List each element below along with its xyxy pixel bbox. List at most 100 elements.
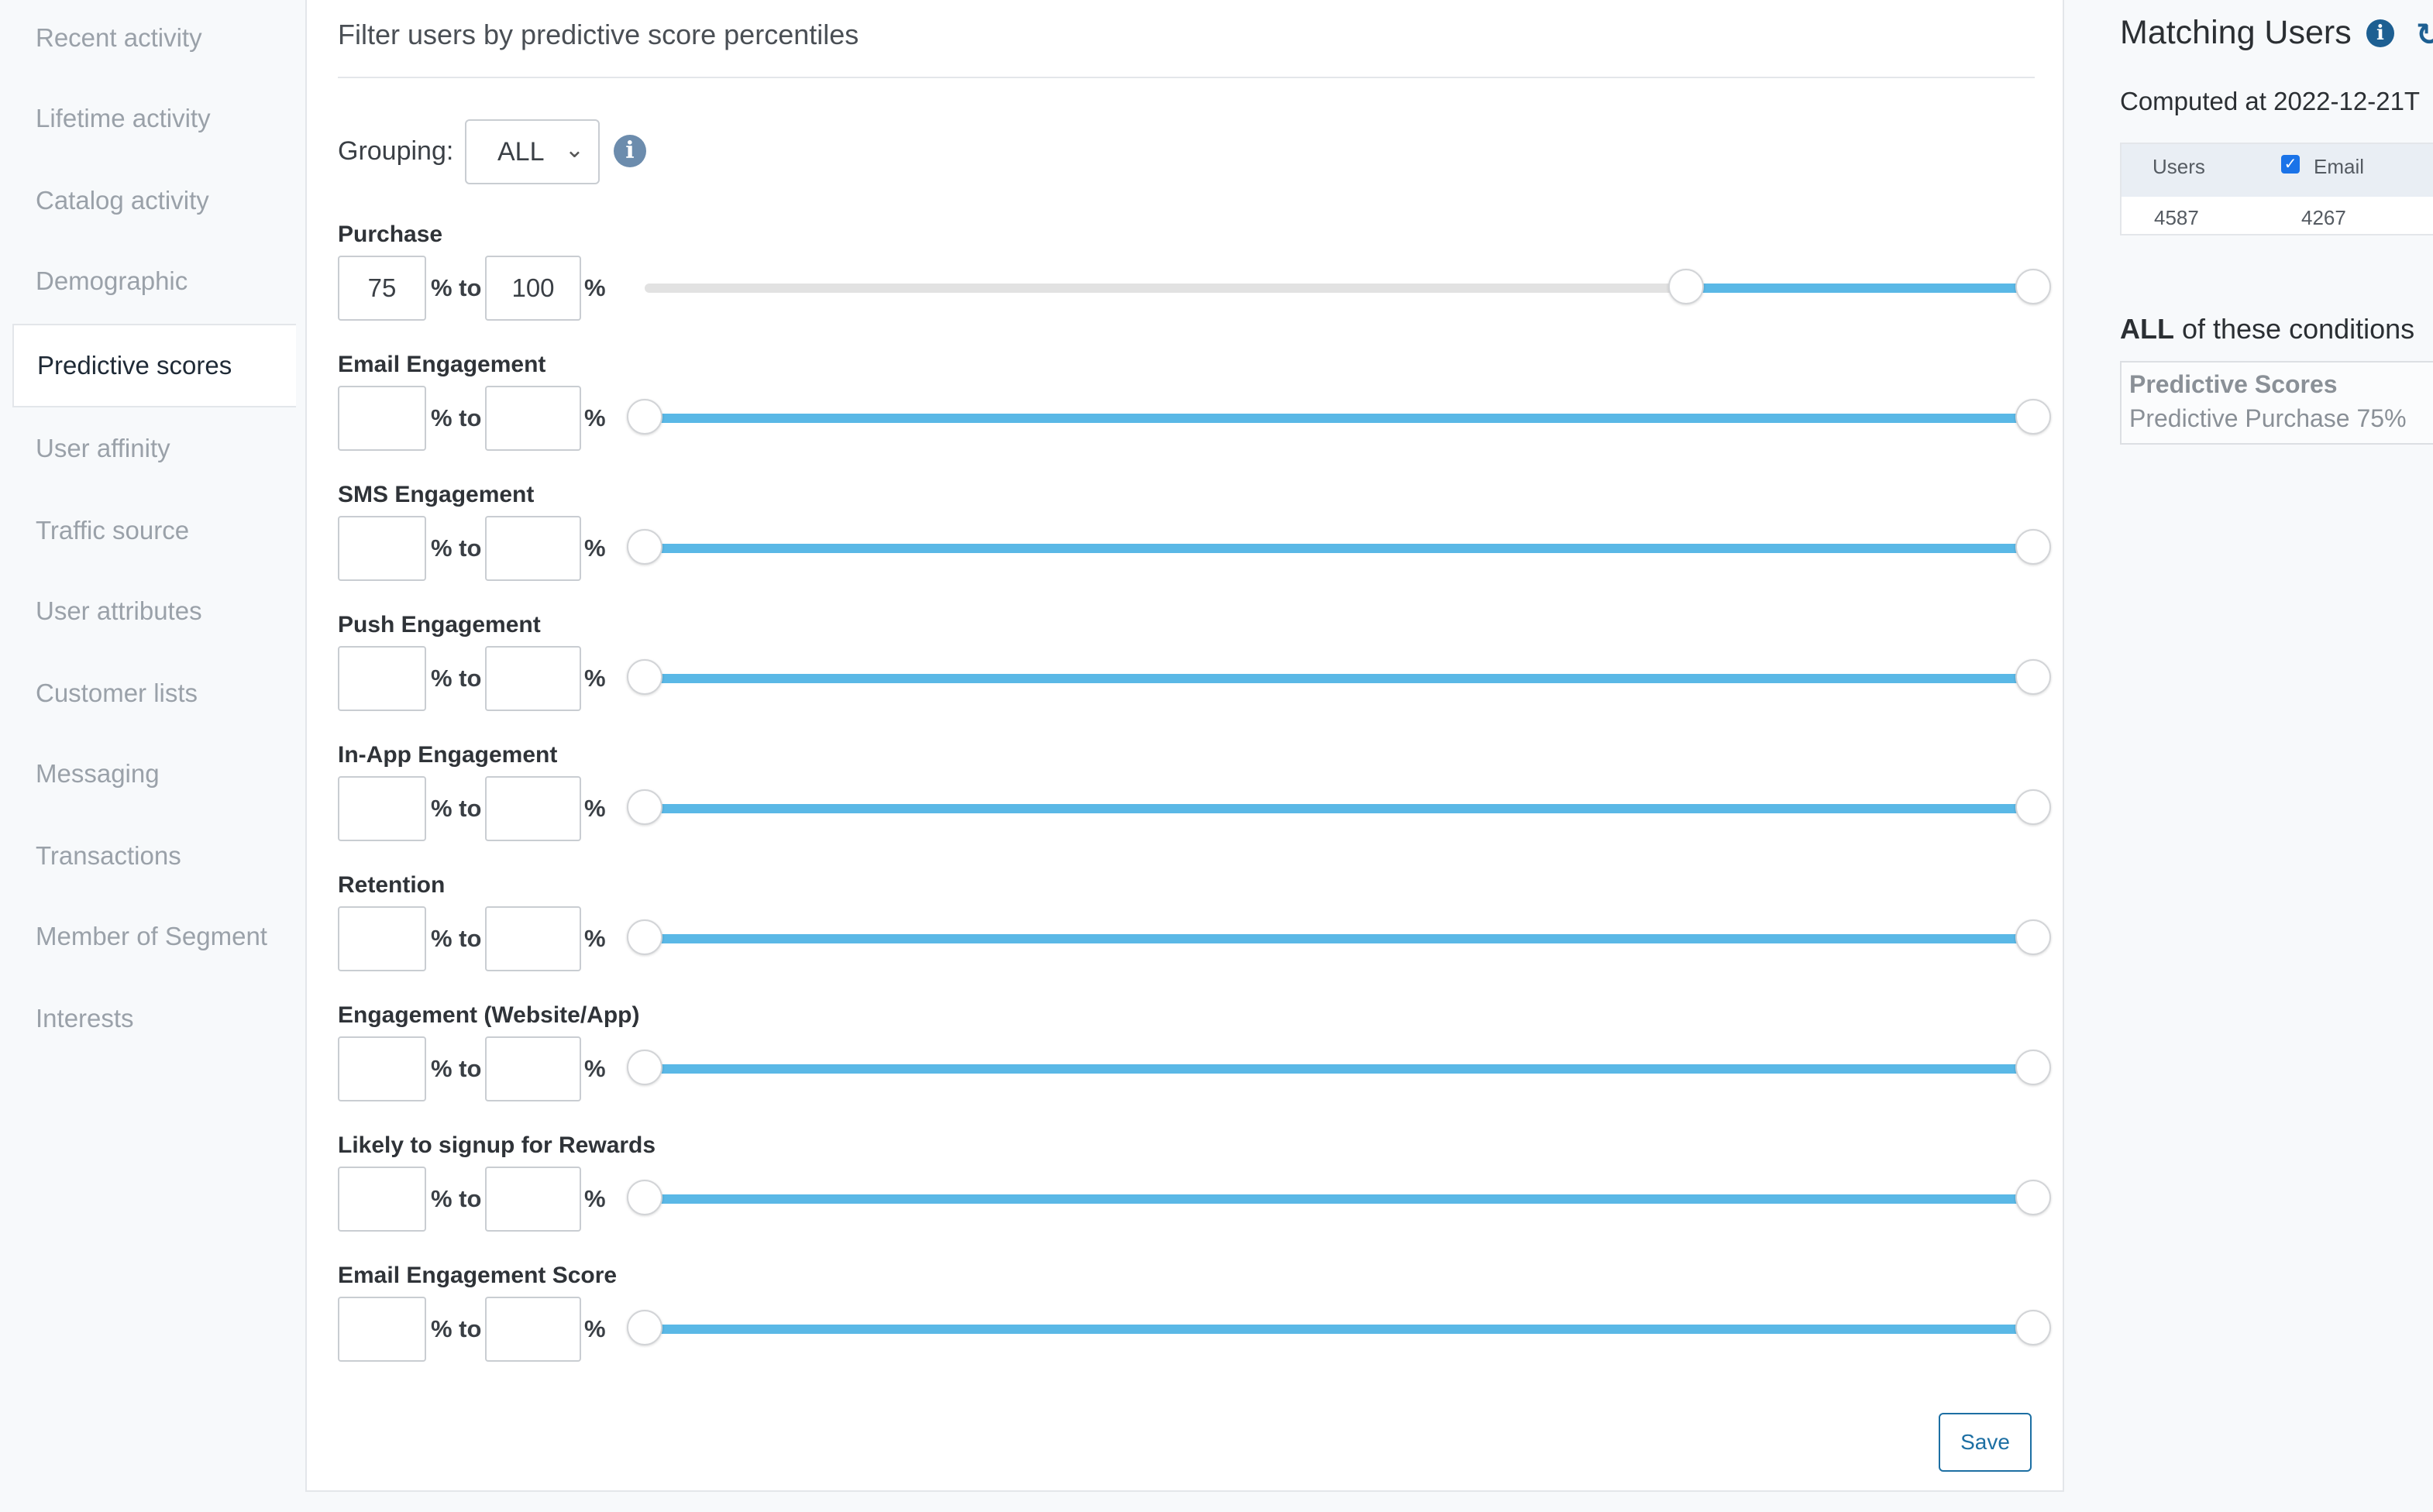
sms-engagement-label: SMS Engagement bbox=[338, 482, 535, 507]
slider-fill bbox=[645, 804, 2033, 813]
slider-min-handle[interactable] bbox=[627, 789, 662, 825]
likely-to-signup-for-rewards-range-slider[interactable] bbox=[627, 1180, 2051, 1215]
slider-max-handle[interactable] bbox=[2015, 529, 2051, 565]
matching-users-table: Users ✓ Email 4587 4267 bbox=[2120, 143, 2433, 235]
sms-engagement-range-slider[interactable] bbox=[627, 529, 2051, 565]
slider-fill bbox=[645, 544, 2033, 553]
slider-fill bbox=[645, 934, 2033, 943]
slider-min-handle[interactable] bbox=[627, 659, 662, 695]
email-column-header: Email bbox=[2314, 155, 2365, 178]
slider-fill bbox=[645, 414, 2033, 423]
in-app-engagement-to-input[interactable] bbox=[485, 776, 581, 841]
percent-to-label: % to bbox=[431, 1315, 482, 1342]
sidebar-item-predictive-scores[interactable]: Predictive scores bbox=[12, 324, 296, 407]
condition-summary: Predictive Scores Predictive Purchase 75… bbox=[2120, 361, 2433, 445]
email-engagement-score-to-input[interactable] bbox=[485, 1297, 581, 1362]
slider-min-handle[interactable] bbox=[627, 1310, 662, 1345]
sidebar-item-user-affinity[interactable]: User affinity bbox=[36, 434, 170, 463]
slider-max-handle[interactable] bbox=[2015, 1180, 2051, 1215]
slider-min-handle[interactable] bbox=[1668, 269, 1704, 304]
sidebar-item-lifetime-activity[interactable]: Lifetime activity bbox=[36, 104, 211, 133]
users-count: 4587 bbox=[2154, 206, 2199, 229]
conditions-all-label: ALL bbox=[2120, 313, 2174, 345]
purchase-label: Purchase bbox=[338, 222, 443, 247]
in-app-engagement-from-input[interactable] bbox=[338, 776, 426, 841]
likely-to-signup-for-rewards-label: Likely to signup for Rewards bbox=[338, 1132, 656, 1158]
slider-max-handle[interactable] bbox=[2015, 399, 2051, 435]
slider-fill bbox=[645, 1194, 2033, 1204]
retention-to-input[interactable] bbox=[485, 906, 581, 971]
slider-max-handle[interactable] bbox=[2015, 919, 2051, 955]
in-app-engagement-range-slider[interactable] bbox=[627, 789, 2051, 825]
email-checkbox[interactable]: ✓ bbox=[2281, 155, 2300, 174]
sidebar-item-catalog-activity[interactable]: Catalog activity bbox=[36, 186, 209, 215]
percent-to-label: % to bbox=[431, 404, 482, 431]
slider-max-handle[interactable] bbox=[2015, 659, 2051, 695]
slider-min-handle[interactable] bbox=[627, 1050, 662, 1085]
save-button[interactable]: Save bbox=[1939, 1413, 2032, 1472]
users-column-header: Users bbox=[2153, 155, 2205, 178]
push-engagement-to-input[interactable] bbox=[485, 646, 581, 711]
percent-label: % bbox=[584, 1055, 606, 1082]
engagement-website-app-from-input[interactable] bbox=[338, 1036, 426, 1101]
engagement-website-app-to-input[interactable] bbox=[485, 1036, 581, 1101]
slider-fill bbox=[1686, 284, 2033, 293]
sidebar-item-traffic-source[interactable]: Traffic source bbox=[36, 516, 189, 545]
purchase-range-slider[interactable] bbox=[645, 269, 2051, 304]
info-icon[interactable]: i bbox=[2366, 19, 2394, 47]
info-icon[interactable]: i bbox=[614, 135, 646, 167]
likely-to-signup-for-rewards-to-input[interactable] bbox=[485, 1167, 581, 1232]
slider-max-handle[interactable] bbox=[2015, 269, 2051, 304]
purchase-from-input[interactable] bbox=[338, 256, 426, 321]
email-engagement-from-input[interactable] bbox=[338, 386, 426, 451]
sidebar-item-demographic[interactable]: Demographic bbox=[36, 266, 188, 296]
percent-to-label: % to bbox=[431, 1055, 482, 1082]
sidebar-item-user-attributes[interactable]: User attributes bbox=[36, 596, 202, 626]
push-engagement-range-slider[interactable] bbox=[627, 659, 2051, 695]
panel-title: Filter users by predictive score percent… bbox=[338, 19, 859, 50]
sidebar-item-customer-lists[interactable]: Customer lists bbox=[36, 679, 198, 708]
slider-max-handle[interactable] bbox=[2015, 1310, 2051, 1345]
retention-from-input[interactable] bbox=[338, 906, 426, 971]
sidebar-item-member-of-segment[interactable]: Member of Segment bbox=[36, 922, 267, 951]
slider-min-handle[interactable] bbox=[627, 1180, 662, 1215]
percent-label: % bbox=[584, 795, 606, 822]
sidebar-item-messaging[interactable]: Messaging bbox=[36, 759, 160, 789]
engagement-website-app-range-slider[interactable] bbox=[627, 1050, 2051, 1085]
computed-timestamp: Computed at 2022-12-21T bbox=[2120, 87, 2421, 115]
matching-users-panel: Matching Users i ↻ Computed at 2022-12-2… bbox=[2064, 0, 2433, 1512]
percent-label: % bbox=[584, 665, 606, 692]
retention-label: Retention bbox=[338, 872, 446, 898]
slider-min-handle[interactable] bbox=[627, 919, 662, 955]
email-engagement-label: Email Engagement bbox=[338, 352, 546, 377]
email-engagement-range-slider[interactable] bbox=[627, 399, 2051, 435]
slider-max-handle[interactable] bbox=[2015, 1050, 2051, 1085]
percent-to-label: % to bbox=[431, 274, 482, 301]
purchase-to-input[interactable] bbox=[485, 256, 581, 321]
likely-to-signup-for-rewards-from-input[interactable] bbox=[338, 1167, 426, 1232]
grouping-select[interactable]: ALL ⌄ bbox=[465, 119, 600, 184]
percent-label: % bbox=[584, 925, 606, 952]
refresh-icon[interactable]: ↻ bbox=[2416, 17, 2433, 53]
condition-detail: Predictive Purchase 75% bbox=[2129, 404, 2407, 432]
slider-max-handle[interactable] bbox=[2015, 789, 2051, 825]
email-engagement-score-range-slider[interactable] bbox=[627, 1310, 2051, 1345]
email-engagement-score-from-input[interactable] bbox=[338, 1297, 426, 1362]
sms-engagement-from-input[interactable] bbox=[338, 516, 426, 581]
slider-min-handle[interactable] bbox=[627, 529, 662, 565]
conditions-suffix: of these conditions bbox=[2173, 313, 2415, 345]
slider-fill bbox=[645, 1064, 2033, 1074]
predictive-scores-panel: Filter users by predictive score percent… bbox=[305, 0, 2064, 1492]
push-engagement-from-input[interactable] bbox=[338, 646, 426, 711]
percent-to-label: % to bbox=[431, 665, 482, 692]
slider-fill bbox=[645, 1325, 2033, 1334]
percent-label: % bbox=[584, 404, 606, 431]
sidebar-item-interests[interactable]: Interests bbox=[36, 1004, 134, 1033]
condition-category: Predictive Scores bbox=[2129, 370, 2338, 398]
slider-min-handle[interactable] bbox=[627, 399, 662, 435]
retention-range-slider[interactable] bbox=[627, 919, 2051, 955]
sidebar-item-transactions[interactable]: Transactions bbox=[36, 841, 181, 871]
sms-engagement-to-input[interactable] bbox=[485, 516, 581, 581]
email-engagement-to-input[interactable] bbox=[485, 386, 581, 451]
sidebar-item-recent-activity[interactable]: Recent activity bbox=[36, 23, 202, 53]
